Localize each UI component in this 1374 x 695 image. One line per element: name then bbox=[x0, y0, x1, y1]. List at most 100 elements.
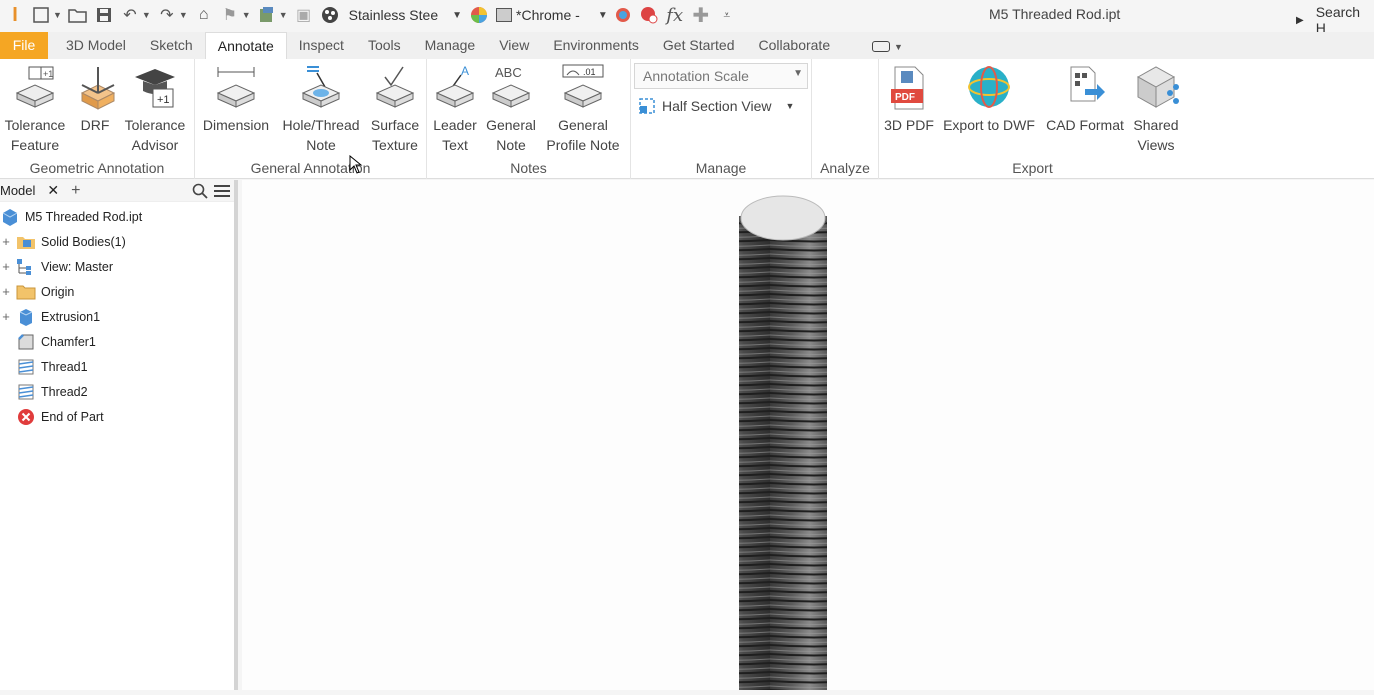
parameters-fx-icon[interactable]: fx bbox=[664, 4, 686, 26]
tolerance-advisor-button[interactable]: +1 Tolerance Advisor bbox=[120, 63, 190, 155]
add-browser-tab-icon[interactable]: + bbox=[71, 182, 80, 200]
tab-inspect[interactable]: Inspect bbox=[287, 32, 356, 59]
appearance-selector[interactable]: *Chrome - ▼ bbox=[496, 7, 608, 23]
dimension-button[interactable]: Dimension bbox=[199, 63, 273, 135]
tree-node-solid-bodies[interactable]: + Solid Bodies(1) bbox=[0, 229, 234, 254]
measure-icon[interactable]: ▣ bbox=[293, 4, 315, 26]
graphics-viewport[interactable] bbox=[242, 180, 1374, 690]
new-file-icon[interactable] bbox=[30, 4, 52, 26]
chamfer-icon bbox=[16, 333, 36, 351]
browser-tree: M5 Threaded Rod.ipt + Solid Bodies(1) + … bbox=[0, 202, 234, 429]
clear-appearance-icon[interactable] bbox=[638, 4, 660, 26]
surface-texture-button[interactable]: Surface Texture bbox=[367, 63, 423, 155]
chevron-down-icon[interactable]: ▼ bbox=[53, 10, 62, 20]
tab-collaborate[interactable]: Collaborate bbox=[747, 32, 843, 59]
leader-text-icon: A bbox=[435, 64, 475, 108]
adjust-appearance-icon[interactable] bbox=[612, 4, 634, 26]
tolerance-advisor-label-2: Advisor bbox=[131, 137, 179, 153]
app-logo-icon[interactable]: I bbox=[4, 4, 26, 26]
surface-texture-label-1: Surface bbox=[370, 117, 420, 133]
dimension-icon bbox=[216, 67, 256, 108]
chevron-down-icon[interactable]: ▼ bbox=[142, 10, 151, 20]
shared-views-button[interactable]: Shared Views bbox=[1129, 63, 1183, 155]
close-icon[interactable]: ✕ bbox=[47, 182, 59, 199]
redo-icon[interactable]: ↷ bbox=[156, 4, 178, 26]
export-3d-pdf-label: 3D PDF bbox=[884, 117, 934, 133]
general-profile-note-label-2: Profile Note bbox=[546, 137, 620, 153]
tree-node-end-of-part[interactable]: End of Part bbox=[0, 404, 234, 429]
select-icon[interactable]: ⚑ bbox=[219, 4, 241, 26]
tab-annotate[interactable]: Annotate bbox=[204, 32, 287, 59]
svg-text:.01: .01 bbox=[583, 67, 596, 77]
expand-icon[interactable]: + bbox=[0, 234, 12, 249]
tolerance-feature-icon: +1 bbox=[15, 66, 55, 108]
appearance-color-icon[interactable] bbox=[468, 4, 490, 26]
update-icon[interactable] bbox=[256, 4, 278, 26]
svg-text:ABC: ABC bbox=[495, 65, 522, 80]
tree-node-origin[interactable]: + Origin bbox=[0, 279, 234, 304]
chevron-down-icon[interactable]: ▼ bbox=[279, 10, 288, 20]
home-icon[interactable]: ⌂ bbox=[193, 4, 215, 26]
cad-format-button[interactable]: CAD Format bbox=[1041, 63, 1129, 135]
customize-qat-icon[interactable]: ⩡ bbox=[716, 4, 738, 26]
mouse-cursor-icon bbox=[349, 155, 363, 174]
tolerance-feature-label-2: Feature bbox=[10, 137, 60, 153]
expand-icon[interactable]: + bbox=[0, 284, 12, 299]
chevron-right-icon[interactable]: ▶ bbox=[1296, 15, 1304, 26]
export-to-dwf-label: Export to DWF bbox=[943, 117, 1035, 133]
chevron-down-icon: ▼ bbox=[597, 9, 608, 21]
tree-node-part[interactable]: M5 Threaded Rod.ipt bbox=[0, 204, 234, 229]
panel-label-analyze: Analyze bbox=[820, 160, 870, 176]
expand-icon[interactable]: + bbox=[0, 259, 12, 274]
open-folder-icon[interactable] bbox=[67, 4, 89, 26]
cad-format-icon bbox=[1070, 66, 1105, 102]
tolerance-feature-button[interactable]: +1 Tolerance Feature bbox=[2, 63, 68, 155]
tab-3d-model[interactable]: 3D Model bbox=[48, 32, 138, 59]
material-sphere-icon[interactable] bbox=[319, 4, 341, 26]
tab-get-started[interactable]: Get Started bbox=[651, 32, 747, 59]
chevron-down-icon[interactable]: ▼ bbox=[242, 10, 251, 20]
save-icon[interactable] bbox=[93, 4, 115, 26]
search-icon[interactable] bbox=[192, 183, 208, 199]
ribbon-display-toggle[interactable]: ▼ bbox=[842, 32, 915, 59]
leader-text-button[interactable]: A Leader Text bbox=[429, 63, 481, 155]
undo-icon[interactable]: ↶ bbox=[119, 4, 141, 26]
tab-environments[interactable]: Environments bbox=[541, 32, 651, 59]
ribbon: +1 Tolerance Feature DRF +1 Tolerance Ad… bbox=[0, 59, 1374, 179]
tab-model[interactable]: Model bbox=[0, 183, 39, 198]
drf-button[interactable]: DRF bbox=[74, 63, 116, 135]
annotation-scale-dropdown[interactable]: Annotation Scale ▼ bbox=[634, 63, 808, 89]
tree-node-chamfer1[interactable]: Chamfer1 bbox=[0, 329, 234, 354]
thread-icon bbox=[16, 358, 36, 376]
threaded-rod-model[interactable] bbox=[242, 180, 1374, 690]
tab-file[interactable]: File bbox=[0, 32, 48, 59]
plus-icon[interactable]: ✚ bbox=[690, 4, 712, 27]
expand-icon[interactable]: + bbox=[0, 309, 12, 324]
hole-thread-note-button[interactable]: Hole/Thread Note bbox=[277, 63, 365, 155]
tree-node-view-master[interactable]: + View: Master bbox=[0, 254, 234, 279]
tab-tools[interactable]: Tools bbox=[356, 32, 413, 59]
general-profile-note-button[interactable]: .01 General Profile Note bbox=[541, 63, 625, 155]
chevron-down-icon[interactable]: ▼ bbox=[179, 10, 188, 20]
tab-manage[interactable]: Manage bbox=[413, 32, 488, 59]
shared-views-icon bbox=[1136, 66, 1179, 108]
menu-icon[interactable] bbox=[214, 184, 230, 198]
leader-text-label-2: Text bbox=[442, 137, 468, 153]
export-to-dwf-button[interactable]: Export to DWF bbox=[939, 63, 1039, 135]
half-section-view-label: Half Section View bbox=[662, 98, 772, 114]
material-selector[interactable]: Stainless Stee ▼ bbox=[349, 7, 462, 23]
tree-node-thread1[interactable]: Thread1 bbox=[0, 354, 234, 379]
export-3d-pdf-button[interactable]: PDF 3D PDF bbox=[881, 63, 937, 135]
view-rep-icon bbox=[16, 258, 36, 276]
general-note-button[interactable]: ABC General Note bbox=[483, 63, 539, 155]
tab-sketch[interactable]: Sketch bbox=[138, 32, 205, 59]
general-note-label-1: General bbox=[486, 117, 536, 133]
leader-text-label-1: Leader bbox=[433, 117, 477, 133]
ribbon-minimize-icon bbox=[872, 40, 891, 52]
tree-node-extrusion1[interactable]: + Extrusion1 bbox=[0, 304, 234, 329]
tab-view[interactable]: View bbox=[487, 32, 541, 59]
panel-label-notes: Notes bbox=[510, 160, 547, 176]
half-section-view-button[interactable]: Half Section View ▼ bbox=[638, 97, 794, 115]
chevron-down-icon: ▼ bbox=[452, 9, 463, 21]
tree-node-thread2[interactable]: Thread2 bbox=[0, 379, 234, 404]
